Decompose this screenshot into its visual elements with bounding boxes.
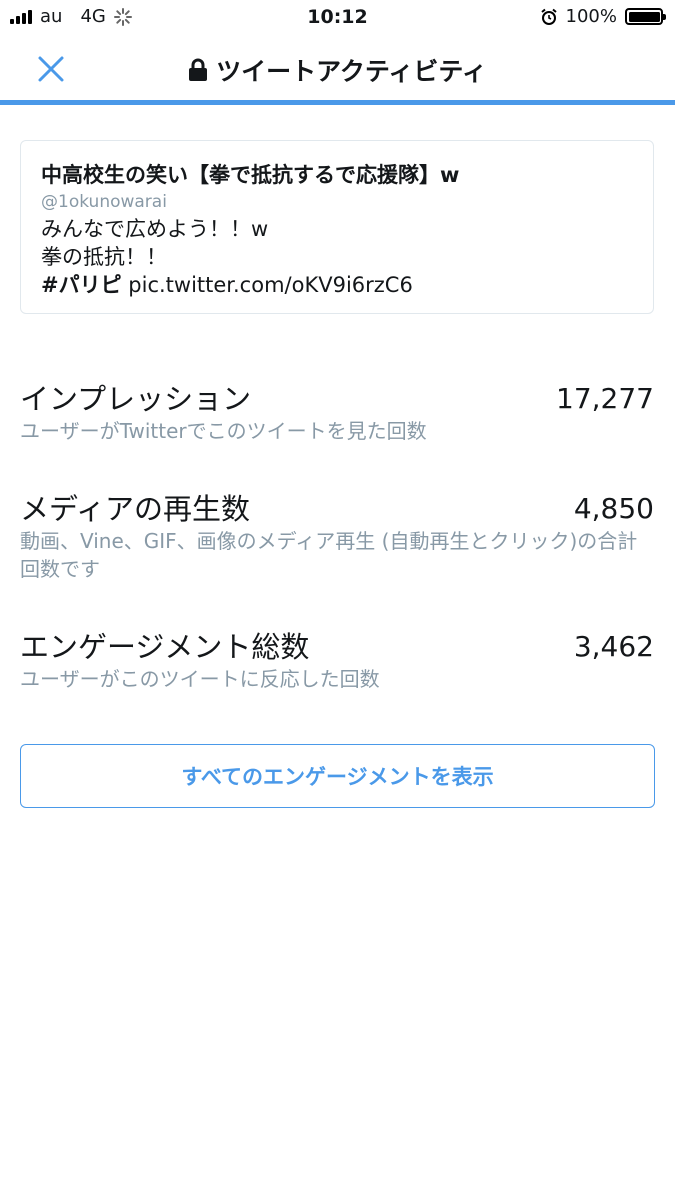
metric-impressions: インプレッション 17,277 ユーザーがTwitterでこのツイートを見た回数 [20,381,654,445]
metric-name: メディアの再生数 [20,492,250,526]
battery-icon [625,8,666,25]
nav-header: ツイートアクティビティ [0,34,675,100]
metric-value: 3,462 [573,630,654,663]
battery-percent: 100% [565,6,617,27]
view-all-engagements-button[interactable]: すべてのエンゲージメントを表示 [20,744,655,808]
status-bar: au 4G 10:12 100% [0,0,675,34]
metric-name: エンゲージメント総数 [20,630,310,664]
page-title: ツイートアクティビティ [0,52,675,88]
metric-value: 17,277 [556,382,654,415]
tweet-title: 中高校生の笑い【拳で抵抗するで応援隊】w [41,163,460,187]
metric-description: ユーザーがTwitterでこのツイートを見た回数 [20,419,427,443]
metric-value: 4,850 [573,492,654,525]
metric-media-plays: メディアの再生数 4,850 動画、Vine、GIF、画像のメディア再生 (自動… [20,491,654,583]
tweet-line-2: 拳の抵抗！！ [41,245,167,269]
tweet-link[interactable]: pic.twitter.com/oKV9i6rzC6 [122,273,413,297]
metric-engagements: エンゲージメント総数 3,462 ユーザーがこのツイートに反応した回数 [20,629,654,693]
tweet-hashtag[interactable]: #パリピ [41,273,122,297]
metric-description: 動画、Vine、GIF、画像のメディア再生 (自動再生とクリック)の合計回数です [20,529,638,581]
tweet-line-1: みんなで広めよう！！w [41,217,269,241]
tweet-card[interactable]: 中高校生の笑い【拳で抵抗するで応援隊】w @1okunowarai みんなで広め… [20,140,654,314]
status-right: 100% [540,6,666,27]
tweet-handle: @1okunowarai [41,192,167,212]
alarm-icon [540,8,557,25]
lock-icon [189,58,208,81]
tweet-line-3: #パリピ pic.twitter.com/oKV9i6rzC6 [41,271,633,299]
header-accent-line [0,100,675,105]
page-title-text: ツイートアクティビティ [216,57,487,86]
metric-description: ユーザーがこのツイートに反応した回数 [20,667,380,691]
